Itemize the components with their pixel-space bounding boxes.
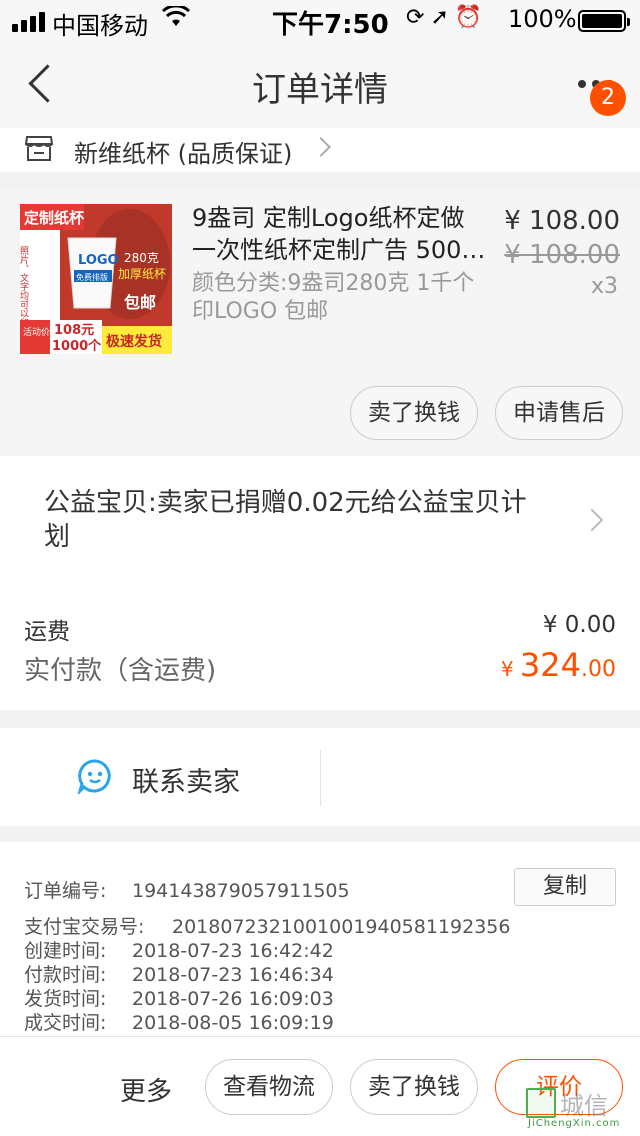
order-info: 订单编号: 194143879057911505 复制 支付宝交易号: 201807… [0, 842, 640, 1036]
footer-actions: 更多 查看物流 卖了换钱 评价 [0, 1036, 640, 1136]
paid-integer: 324 [519, 646, 581, 684]
shop-icon [24, 136, 54, 161]
thumb-weight: 280克 [124, 251, 159, 265]
thumb-free-ship: 包邮 [124, 293, 156, 312]
paid-label: 实付款（含运费) [24, 656, 217, 686]
shop-name: 新维纸杯 (品质保证) [74, 140, 293, 168]
battery-percent: 100% [508, 5, 577, 33]
thumb-cup-logo: LOGO [78, 253, 119, 268]
battery-icon [578, 10, 630, 32]
shipped-time-key: 发货时间: [24, 988, 107, 1010]
location-icon: ➚ [430, 5, 455, 30]
divider [320, 750, 321, 806]
contact-seller-label: 联系卖家 [132, 767, 240, 798]
paid-amount: ¥ 324.00 [501, 646, 616, 684]
paid-time-row: 付款时间: 2018-07-23 16:46:34 [24, 960, 334, 986]
shipping-label: 运费 [24, 619, 70, 645]
contact-bar: 联系卖家 [0, 728, 640, 826]
notification-badge: 2 [590, 80, 626, 116]
resell-footer-button[interactable]: 卖了换钱 [350, 1059, 478, 1115]
chevron-right-icon [311, 137, 331, 157]
product-price: ¥ 108.00 [504, 206, 620, 236]
wifi-icon [161, 4, 191, 34]
alipay-trade-row: 支付宝交易号: 2018072321001001940581192356 [24, 912, 511, 938]
order-number-key: 订单编号: [24, 880, 107, 902]
paid-decimal: .00 [581, 657, 616, 682]
contact-seller-button[interactable]: 联系卖家 [0, 728, 320, 826]
signal-icon [12, 12, 45, 32]
charity-row[interactable]: 公益宝贝:卖家已捐赠0.02元给公益宝贝计划 [0, 456, 640, 594]
thumb-thick: 加厚纸杯 [118, 267, 166, 281]
nav-bar: 订单详情 2 [0, 40, 640, 128]
chat-smile-icon [77, 759, 111, 794]
chevron-right-icon [580, 508, 604, 532]
thumb-promo-tag: 活动价 [23, 326, 50, 338]
thumb-cup-sub: 免费排版 [76, 272, 108, 282]
view-logistics-button[interactable]: 查看物流 [205, 1059, 333, 1115]
paid-time-key: 付款时间: [24, 964, 107, 986]
created-time-row: 创建时间: 2018-07-23 16:42:42 [24, 936, 334, 962]
review-button[interactable]: 评价 [495, 1059, 623, 1115]
shipped-time-value: 2018-07-26 16:09:03 [132, 988, 334, 1010]
status-icons: ⟳➚⏰ [406, 5, 488, 30]
product-original-price: ¥ 108.00 [504, 240, 620, 270]
thumb-promo-price: 108元 [54, 323, 94, 338]
created-time-key: 创建时间: [24, 940, 107, 962]
alipay-trade-value: 2018072321001001940581192356 [172, 916, 511, 938]
completed-time-value: 2018-08-05 16:09:19 [132, 1012, 334, 1034]
thumb-top-label: 定制纸杯 [24, 209, 85, 227]
paid-currency: ¥ [500, 657, 520, 681]
alarm-icon: ⏰ [454, 5, 489, 30]
status-bar: 中国移动 下午7:50 ⟳➚⏰ 100% [0, 0, 640, 40]
rotation-lock-icon: ⟳ [406, 5, 431, 30]
paid-time-value: 2018-07-23 16:46:34 [132, 964, 334, 986]
completed-time-row: 成交时间: 2018-08-05 16:09:19 [24, 1008, 334, 1034]
charity-text: 公益宝贝:卖家已捐赠0.02元给公益宝贝计划 [44, 488, 527, 552]
shop-row[interactable]: 新维纸杯 (品质保证) [0, 128, 640, 172]
product-image: 定制纸杯 照片、文字均可以印无颜色限制 LOGO 免费排版 280克 加厚纸杯 … [20, 204, 172, 354]
shipped-time-row: 发货时间: 2018-07-26 16:09:03 [24, 984, 334, 1010]
completed-time-key: 成交时间: [24, 1012, 107, 1034]
product-card[interactable]: 定制纸杯 照片、文字均可以印无颜色限制 LOGO 免费排版 280克 加厚纸杯 … [0, 190, 640, 456]
more-actions-button[interactable]: 更多 [120, 1071, 172, 1108]
alipay-trade-key: 支付宝交易号: [24, 916, 145, 938]
order-number-value: 194143879057911505 [132, 880, 350, 902]
product-sku: 颜色分类:9盎司280克 1千个 印LOGO 包邮 [192, 271, 475, 324]
carrier-name: 中国移动 [52, 12, 148, 40]
resell-button[interactable]: 卖了换钱 [350, 386, 478, 440]
order-number-row: 订单编号: 194143879057911505 [24, 876, 350, 902]
shipping-value: ¥ 0.00 [542, 612, 616, 638]
thumb-fast-ship: 极速发货 [106, 333, 162, 350]
product-title: 9盎司 定制Logo纸杯定做一次性纸杯定制广告 500… [192, 204, 486, 264]
copy-button[interactable]: 复制 [514, 868, 616, 906]
product-quantity: x3 [590, 274, 618, 299]
thumb-promo-qty: 1000个 [52, 338, 102, 354]
payment-summary: 运费 ¥ 0.00 实付款（含运费) ¥ 324.00 [0, 594, 640, 710]
clock: 下午7:50 [272, 10, 389, 40]
after-sales-button[interactable]: 申请售后 [495, 386, 623, 440]
created-time-value: 2018-07-23 16:42:42 [132, 940, 334, 962]
page-title: 订单详情 [252, 70, 388, 110]
